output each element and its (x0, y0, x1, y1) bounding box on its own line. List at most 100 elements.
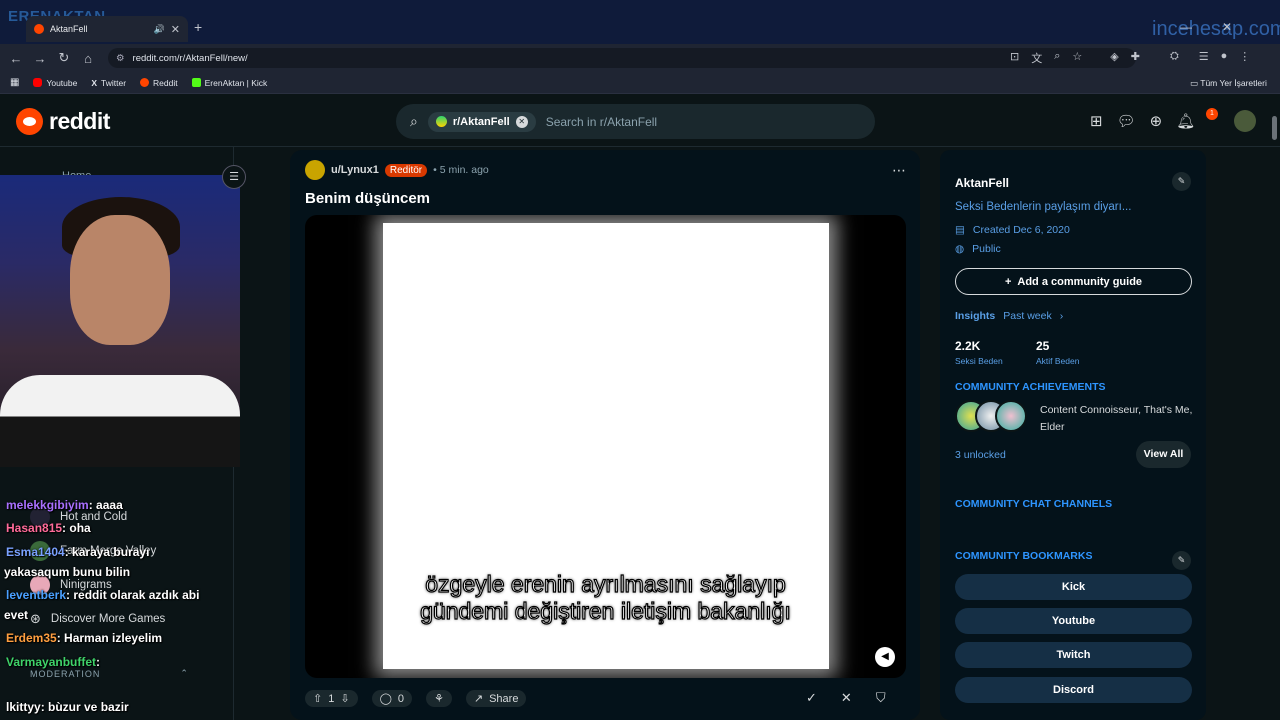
header-actions: ⊞ 💬︎ ⊕ 🔔︎ (1090, 112, 1195, 130)
forward-icon[interactable]: → (28, 51, 52, 66)
controller-icon: ⊛ (30, 611, 41, 626)
video-player[interactable]: özgeyle erenin ayrılmasını sağlayıp günd… (305, 215, 906, 678)
browser-tab[interactable]: AktanFell 🔊 ✕ (26, 16, 188, 42)
bookmark-twitter[interactable]: X Twitter (91, 78, 126, 88)
community-visibility: ◍ Public (955, 243, 1001, 255)
media-icon[interactable]: ☰ (1199, 50, 1209, 66)
zoom-icon[interactable]: ⌕ (1054, 50, 1060, 66)
chat-message: melekkgibiyim: aaaa (6, 498, 123, 512)
advertise-icon[interactable]: ⊞ (1090, 112, 1103, 130)
minimize-icon[interactable]: — (1180, 20, 1192, 34)
award-button[interactable]: ⚘ (426, 690, 452, 707)
menu-icon[interactable]: ⋮ (1239, 50, 1250, 66)
collapse-sidebar-button[interactable]: ☰ (222, 165, 246, 189)
all-bookmarks[interactable]: ▭ Tüm Yer İşaretleri (1190, 78, 1267, 89)
window-controls: — ✕ (1180, 20, 1232, 34)
user-avatar[interactable] (1234, 110, 1256, 132)
chevron-up-icon: ⌃ (180, 668, 189, 678)
bookmarks-bar: ▦ Youtube X Twitter Reddit ErenAktan | Ki… (0, 72, 1280, 94)
bookmark-kick[interactable]: ErenAktan | Kick (191, 78, 267, 88)
author-avatar[interactable] (305, 160, 325, 180)
remove-chip-icon[interactable]: ✕ (515, 115, 528, 128)
create-post-icon[interactable]: ⊕ (1150, 112, 1163, 130)
hand-cursor-icon: ☝ (693, 498, 701, 512)
post-options-icon[interactable]: ⋯ (892, 162, 906, 179)
tab-title: AktanFell (50, 24, 88, 34)
subreddit-chip[interactable]: r/AktanFell ✕ (427, 111, 536, 132)
chat-message: Varmayanbuffet: (6, 655, 101, 669)
award-icon: ⚘ (434, 693, 444, 705)
search-icon: ⌕ (410, 113, 418, 129)
comment-icon: ◯ (379, 693, 392, 705)
back-icon[interactable]: ← (4, 51, 28, 66)
tab-strip (0, 0, 1280, 44)
chat-icon[interactable]: 💬︎ (1117, 112, 1136, 130)
achievements-unlocked: 3 unlocked (955, 449, 1006, 461)
post-author[interactable]: u/Lynux1 (331, 164, 379, 176)
home-icon[interactable]: ⌂ (76, 51, 100, 66)
vote-control: ⇧ 1 ⇩ (305, 690, 358, 707)
post-meta: u/Lynux1 Reditör • 5 min. ago (305, 160, 489, 180)
remove-icon[interactable]: ✕ (841, 690, 852, 706)
view-all-button[interactable]: View All (1136, 441, 1191, 468)
edit-bookmarks-icon[interactable]: ✎ (1172, 551, 1191, 570)
install-icon[interactable]: ⊡ (1010, 50, 1019, 66)
insights-header[interactable]: Insights Past week › (955, 310, 1063, 322)
add-community-guide-button[interactable]: + Add a community guide (955, 268, 1192, 295)
comments-button[interactable]: ◯ 0 (371, 690, 412, 707)
chat-message: Erdem35: Harman izleyelim (6, 631, 163, 645)
notifications-icon[interactable]: 🔔︎ (1176, 112, 1195, 130)
webcam-face (70, 215, 170, 345)
video-caption: özgeyle erenin ayrılmasını sağlayıp günd… (420, 570, 792, 624)
community-description: Seksi Bedenlerin paylaşım diyarı... (955, 201, 1132, 213)
reddit-favicon-icon (34, 24, 44, 34)
achievement-badges[interactable] (955, 400, 1027, 432)
page-scrollbar[interactable] (1272, 116, 1277, 140)
puzzle-icon[interactable]: ✚ (1131, 50, 1140, 66)
reddit-logo[interactable]: reddit (16, 108, 110, 135)
star-icon[interactable]: ☆ (1072, 50, 1082, 66)
toolbar-icons: ⊡ 文 ⌕ ☆ ◈ ✚ ⛭ ☰ ● ⋮ (1010, 50, 1250, 66)
notification-badge: 1 (1206, 108, 1218, 120)
share-button[interactable]: ↗ Share (465, 690, 527, 707)
settings-icon[interactable]: ⛭ (1170, 50, 1179, 66)
sidebar-moderation-header[interactable]: MODERATION ⌃ (30, 668, 189, 679)
bookmark-button-discord[interactable]: Discord (955, 677, 1192, 703)
post-actions: ⇧ 1 ⇩ ◯ 0 ⚘ ↗ Share (305, 690, 527, 707)
search-bar[interactable]: ⌕ r/AktanFell ✕ Search in r/AktanFell (396, 104, 875, 139)
webcam-shirt (0, 375, 240, 467)
new-tab-button[interactable]: + (194, 19, 202, 35)
site-info-icon[interactable]: ⚙ (116, 53, 125, 64)
bookmark-button-kick[interactable]: Kick (955, 574, 1192, 600)
extension-icon[interactable]: ◈ (1110, 50, 1118, 66)
edit-community-icon[interactable]: ✎ (1172, 172, 1191, 191)
sidebar-discover-games[interactable]: ⊛ Discover More Games (30, 611, 165, 627)
address-bar[interactable]: ⚙ reddit.com/r/AktanFell/new/ (108, 48, 1136, 68)
downvote-icon[interactable]: ⇩ (340, 692, 349, 705)
globe-icon: ◍ (955, 243, 965, 255)
bookmarks-title: COMMUNITY BOOKMARKS (955, 550, 1093, 562)
approve-icon[interactable]: ✓ (806, 690, 817, 706)
apps-icon[interactable]: ▦ (10, 77, 19, 88)
close-tab-icon[interactable]: ✕ (171, 23, 180, 36)
mod-actions: ✓ ✕ ⛉ (806, 690, 886, 706)
post-title[interactable]: Benim düşüncem (305, 190, 430, 207)
snoo-icon (16, 108, 43, 135)
translate-icon[interactable]: 文 (1031, 50, 1042, 66)
bookmark-youtube[interactable]: Youtube (33, 78, 77, 88)
bookmark-button-twitch[interactable]: Twitch (955, 642, 1192, 668)
user-flair: Reditör (384, 163, 428, 177)
close-window-icon[interactable]: ✕ (1222, 20, 1232, 34)
profile-icon[interactable]: ● (1221, 50, 1228, 66)
shield-icon[interactable]: ⛉ (876, 690, 886, 706)
bookmark-button-youtube[interactable]: Youtube (955, 608, 1192, 634)
webcam-overlay (0, 175, 240, 467)
search-input[interactable]: Search in r/AktanFell (546, 115, 657, 129)
stat-members: 2.2K Seksi Beden (955, 339, 1003, 366)
x-icon: X (91, 77, 98, 88)
bookmark-reddit[interactable]: Reddit (140, 78, 178, 88)
kick-icon (191, 78, 201, 87)
mute-icon[interactable]: ◀ (875, 647, 895, 667)
reload-icon[interactable]: ↻ (52, 50, 76, 66)
upvote-icon[interactable]: ⇧ (313, 692, 322, 705)
